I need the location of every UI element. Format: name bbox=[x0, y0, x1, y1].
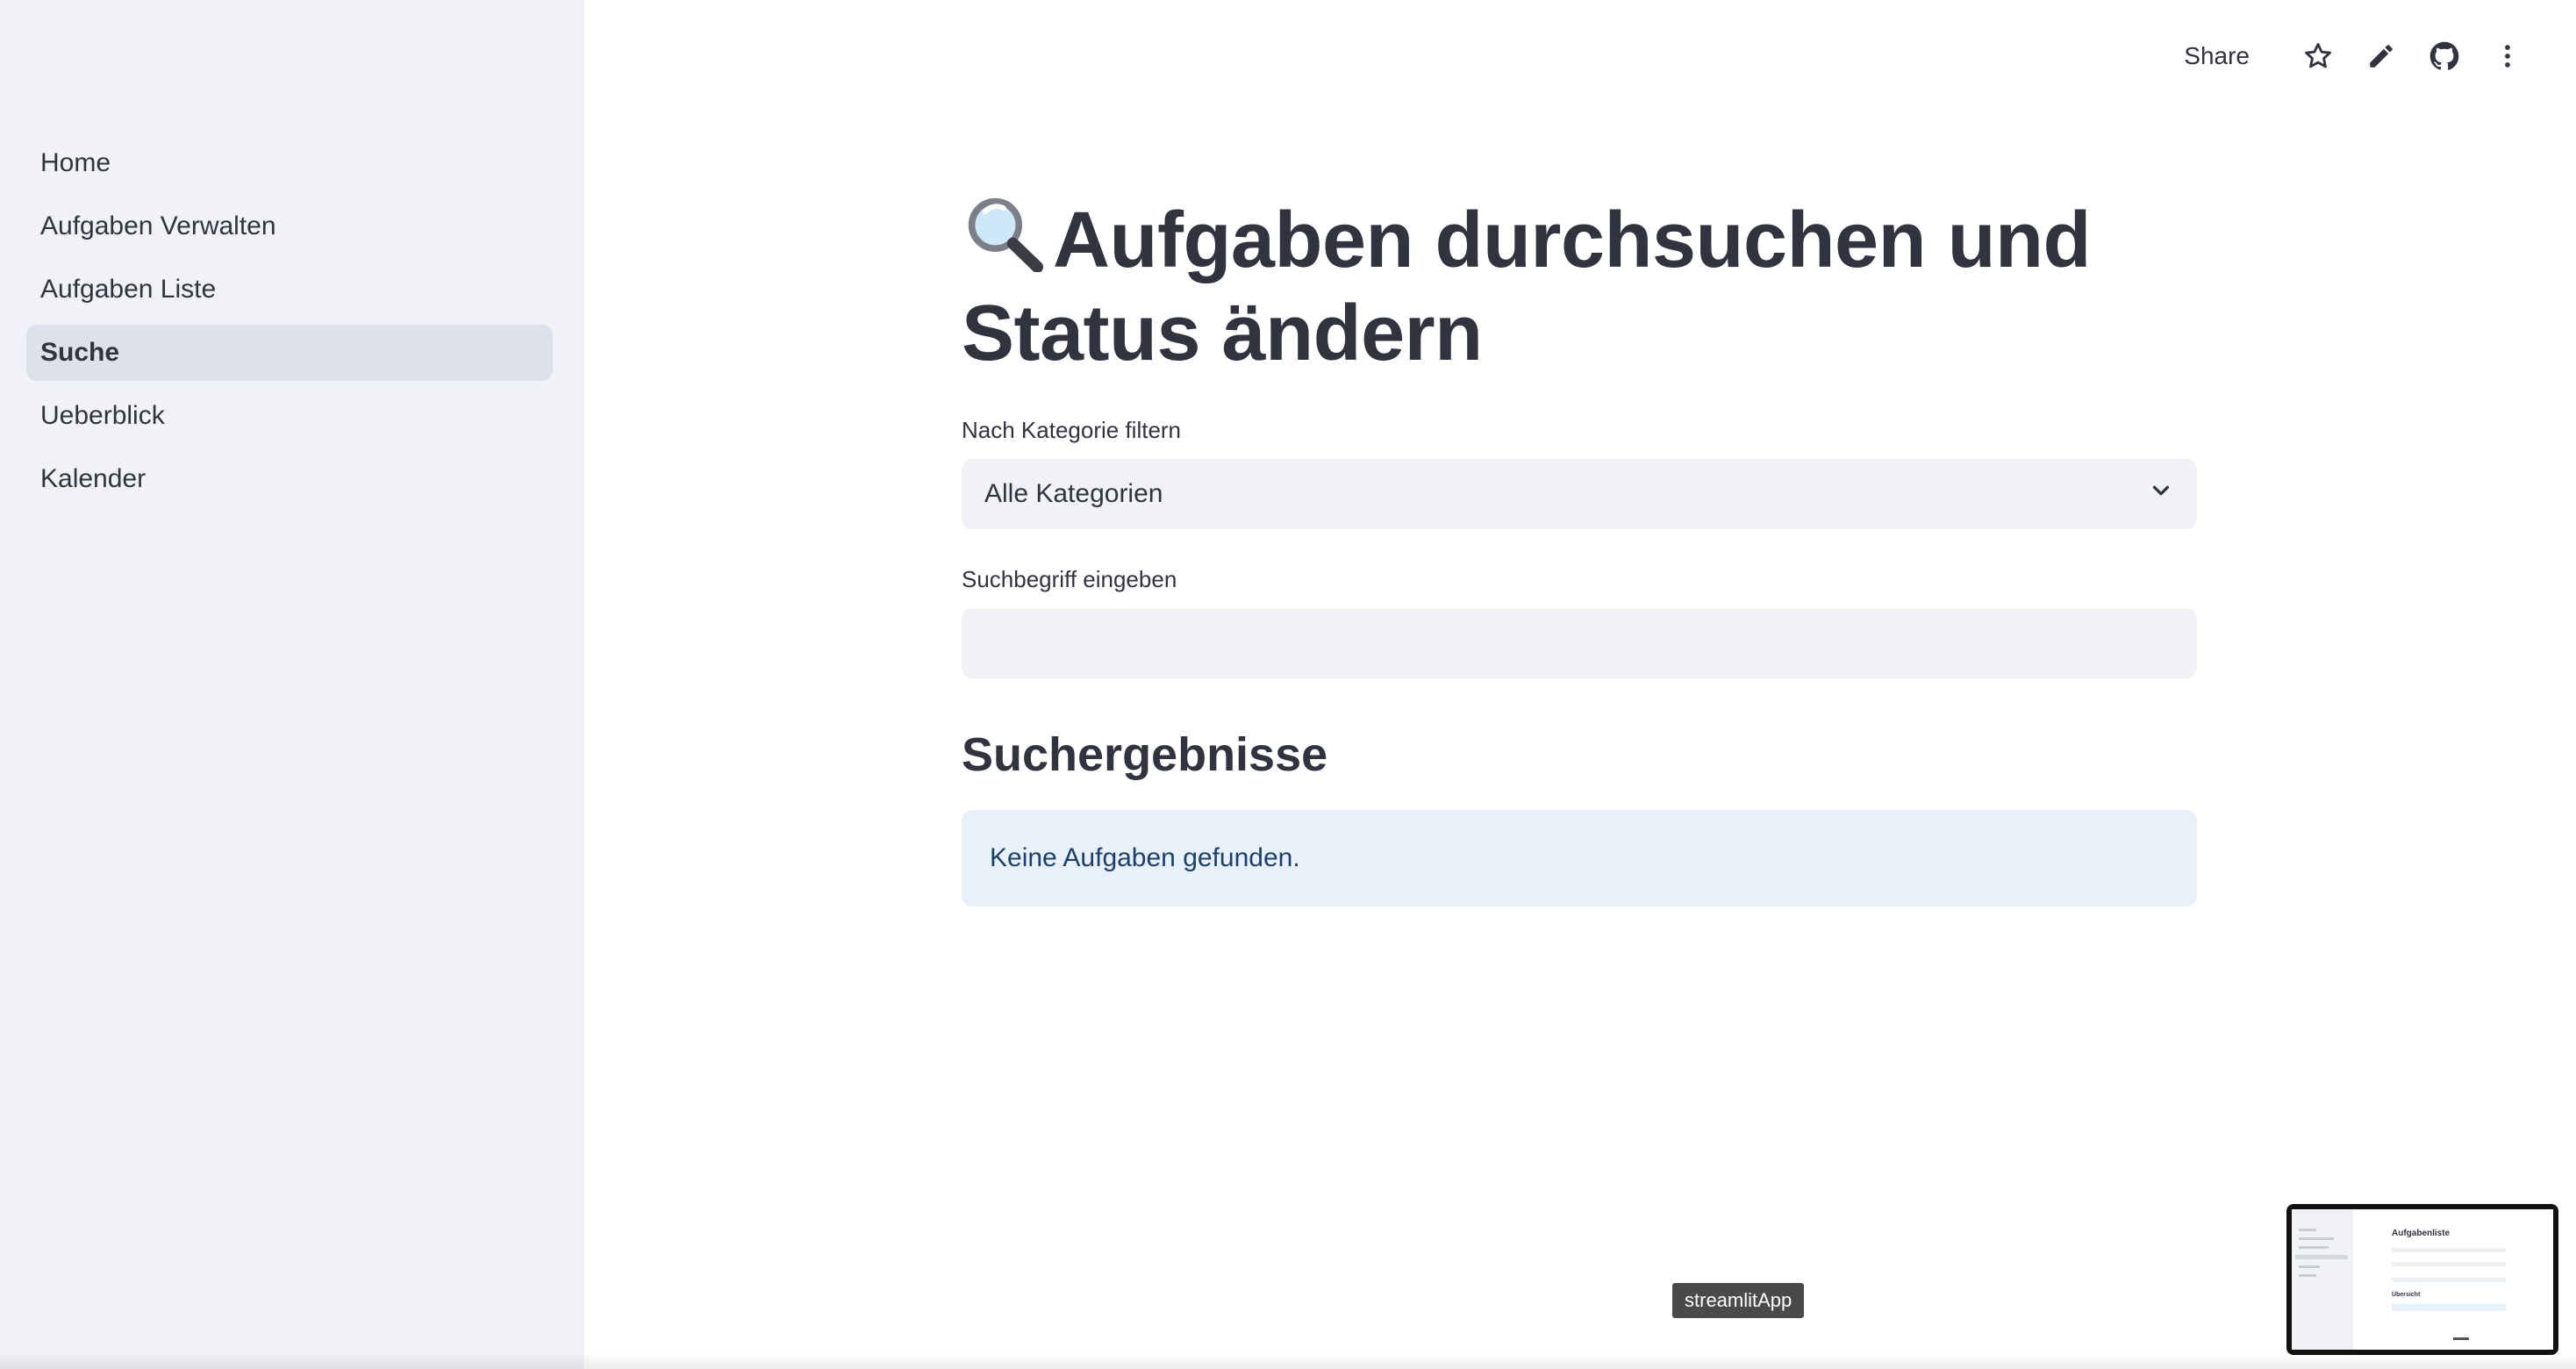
category-select[interactable]: Alle Kategorien bbox=[962, 459, 2197, 529]
search-input[interactable] bbox=[962, 608, 2197, 678]
bottom-shadow bbox=[0, 1353, 2576, 1369]
category-select-value: Alle Kategorien bbox=[984, 479, 1163, 508]
star-icon[interactable] bbox=[2293, 32, 2343, 81]
page-title-text: Aufgaben durchsuchen und Status ändern bbox=[962, 197, 2092, 377]
thumbnail-screen: Aufgabenliste Übersicht bbox=[2292, 1209, 2553, 1350]
category-filter-label: Nach Kategorie filtern bbox=[962, 417, 1182, 443]
main-content: Aufgaben durchsuchen und Status ändern N… bbox=[962, 193, 2197, 907]
thumbnail-title: Aufgabenliste bbox=[2392, 1229, 2451, 1238]
sidebar-item-label: Suche bbox=[40, 338, 120, 367]
sidebar-item-label: Ueberblick bbox=[40, 401, 165, 430]
sidebar-item-suche[interactable]: Suche bbox=[26, 325, 553, 381]
sidebar-item-label: Aufgaben Verwalten bbox=[40, 211, 276, 240]
main-area: Share Aufgaben durchsuchen und Status än… bbox=[584, 0, 2576, 1369]
results-heading: Suchergebnisse bbox=[962, 728, 1328, 781]
sidebar-item-home[interactable]: Home bbox=[26, 135, 553, 191]
sidebar-nav: Home Aufgaben Verwalten Aufgaben Liste S… bbox=[26, 135, 553, 514]
more-vertical-icon[interactable] bbox=[2483, 32, 2532, 81]
sidebar-item-aufgaben-liste[interactable]: Aufgaben Liste bbox=[26, 262, 553, 318]
window-thumbnail[interactable]: Aufgabenliste Übersicht bbox=[2286, 1204, 2558, 1355]
results-message: Keine Aufgaben gefunden. bbox=[990, 843, 1300, 872]
share-button[interactable]: Share bbox=[2184, 42, 2250, 70]
chevron-down-icon bbox=[2148, 477, 2174, 511]
pencil-icon[interactable] bbox=[2357, 32, 2406, 81]
sidebar-item-label: Home bbox=[40, 148, 111, 177]
search-label: Suchbegriff eingeben bbox=[962, 566, 1177, 592]
sidebar-item-aufgaben-verwalten[interactable]: Aufgaben Verwalten bbox=[26, 198, 553, 254]
thumbnail-subtitle: Übersicht bbox=[2392, 1292, 2421, 1298]
sidebar-item-ueberblick[interactable]: Ueberblick bbox=[26, 388, 553, 444]
github-icon[interactable] bbox=[2420, 32, 2469, 81]
sidebar-item-kalender[interactable]: Kalender bbox=[26, 451, 553, 507]
magnifier-icon bbox=[962, 193, 1046, 273]
tooltip: streamlitApp bbox=[1672, 1283, 1805, 1318]
tooltip-text: streamlitApp bbox=[1685, 1289, 1792, 1311]
sidebar-item-label: Aufgaben Liste bbox=[40, 275, 217, 304]
top-toolbar: Share bbox=[2184, 32, 2532, 81]
results-info-box: Keine Aufgaben gefunden. bbox=[962, 810, 2197, 907]
sidebar-item-label: Kalender bbox=[40, 464, 147, 493]
sidebar: Home Aufgaben Verwalten Aufgaben Liste S… bbox=[0, 0, 584, 1369]
page-title: Aufgaben durchsuchen und Status ändern bbox=[962, 193, 2197, 380]
